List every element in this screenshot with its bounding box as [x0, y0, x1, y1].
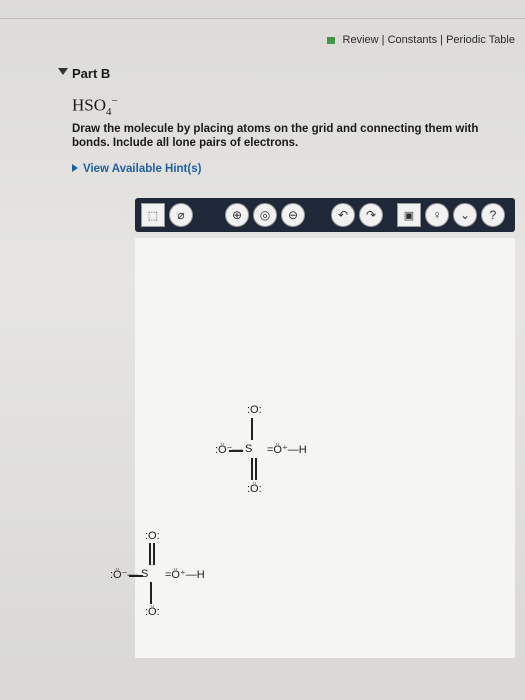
atom-label[interactable]: :Ö: — [145, 606, 160, 618]
atom-label[interactable]: :O: — [247, 404, 262, 416]
screen: Review | Constants | Periodic Table Part… — [0, 0, 525, 700]
bond-single[interactable] — [251, 418, 253, 440]
erase-tool[interactable]: ⌀ — [169, 203, 193, 227]
constants-link[interactable]: Constants — [388, 34, 438, 46]
formula-subscript: 4 — [106, 106, 112, 119]
collapse-caret-icon[interactable] — [58, 68, 68, 75]
bond-double[interactable] — [153, 543, 155, 565]
periodic-table-link[interactable]: Periodic Table — [446, 34, 515, 46]
bond-single[interactable] — [150, 582, 152, 604]
help-icon[interactable]: ? — [481, 203, 505, 227]
atom-label[interactable]: =Ö⁺—H — [267, 443, 307, 456]
bond-single[interactable] — [251, 458, 253, 480]
dropdown-chevron-icon[interactable]: ⌄ — [453, 203, 477, 227]
formula: HSO4− — [72, 95, 118, 118]
bond-double[interactable] — [255, 458, 257, 480]
instructions: Draw the molecule by placing atoms on th… — [72, 123, 479, 149]
view-hints-link[interactable]: View Available Hint(s) — [72, 163, 201, 175]
undo-icon[interactable]: ↶ — [331, 203, 355, 227]
drawing-canvas[interactable]: :O: :Ö⁻— S =Ö⁺—H :Ö: :O: :Ö⁻— S =Ö⁺—H :Ö… — [110, 238, 515, 658]
zoom-in-icon[interactable]: ⊕ — [225, 203, 249, 227]
expand-triangle-icon — [72, 164, 78, 172]
review-icon — [327, 36, 336, 44]
bond-single[interactable] — [149, 543, 151, 565]
zoom-out-icon[interactable]: ⊖ — [281, 203, 305, 227]
formula-charge: − — [111, 95, 118, 107]
resource-links: Review | Constants | Periodic Table — [327, 34, 515, 46]
review-link[interactable]: Review — [343, 34, 379, 46]
atom-label[interactable]: :Ö: — [247, 483, 262, 495]
bond-single[interactable] — [229, 450, 243, 452]
atom-label[interactable]: :O: — [145, 530, 160, 542]
drawing-toolbar: ⬚ ⌀ ⊕ ◎ ⊖ ↶ ↷ ▣ ♀ ⌄ ? — [135, 198, 515, 232]
select-tool[interactable]: ⬚ — [141, 203, 165, 227]
atom-label[interactable]: =Ö⁺—H — [165, 568, 205, 581]
atom-label[interactable]: S — [245, 443, 252, 455]
hint-label: View Available Hint(s) — [83, 163, 202, 175]
divider — [0, 18, 525, 19]
bond-single[interactable] — [129, 575, 143, 577]
formula-main: HSO — [72, 95, 107, 115]
info-icon[interactable]: ♀ — [425, 203, 449, 227]
part-title: Part B — [72, 66, 111, 81]
atom-label[interactable]: S — [141, 568, 148, 580]
zoom-reset-icon[interactable]: ◎ — [253, 203, 277, 227]
structure-import-icon[interactable]: ▣ — [397, 203, 421, 227]
redo-icon[interactable]: ↷ — [359, 203, 383, 227]
